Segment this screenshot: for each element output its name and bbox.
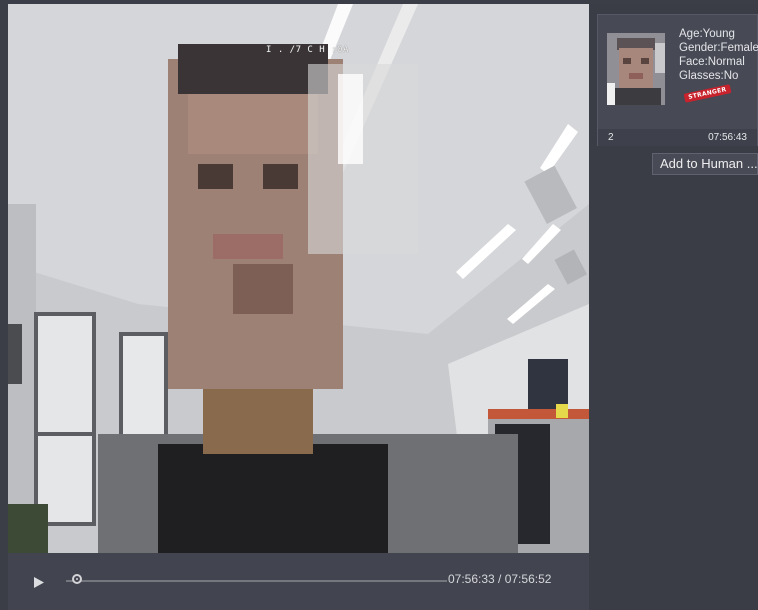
video-view[interactable]: I . /7 C H :0A — [8, 4, 589, 553]
play-icon — [34, 576, 44, 588]
osd-timestamp: I . /7 C H :0A — [266, 45, 349, 55]
add-to-human-button[interactable]: Add to Human ... — [652, 153, 758, 175]
card-index: 2 — [608, 132, 614, 143]
face-snapshot — [607, 33, 665, 105]
attr-gender: Gender:Female — [679, 42, 758, 54]
attr-glasses: Glasses:No — [679, 70, 739, 82]
playback-controls: 07:56:33 / 07:56:52 — [8, 553, 589, 610]
camera-frame — [8, 4, 589, 553]
play-button[interactable] — [30, 573, 48, 591]
face-results-panel: Age:Young Gender:Female Face:Normal Glas… — [589, 4, 758, 610]
card-time: 07:56:43 — [708, 132, 747, 143]
face-thumbnail — [607, 33, 665, 105]
progress-bar[interactable] — [66, 580, 447, 582]
face-result-card[interactable]: Age:Young Gender:Female Face:Normal Glas… — [597, 14, 758, 146]
progress-handle[interactable] — [72, 574, 83, 584]
attr-face: Face:Normal — [679, 56, 745, 68]
face-attributes: Age:Young Gender:Female Face:Normal Glas… — [679, 27, 758, 83]
time-display: 07:56:33 / 07:56:52 — [448, 572, 552, 586]
stranger-badge: STRANGER — [683, 84, 732, 103]
attr-age: Age:Young — [679, 28, 735, 40]
card-footer: 2 07:56:43 — [598, 129, 757, 146]
face-playback-window: I . /7 C H :0A 07:56:33 / 07:56:52 Age:Y… — [0, 0, 758, 610]
